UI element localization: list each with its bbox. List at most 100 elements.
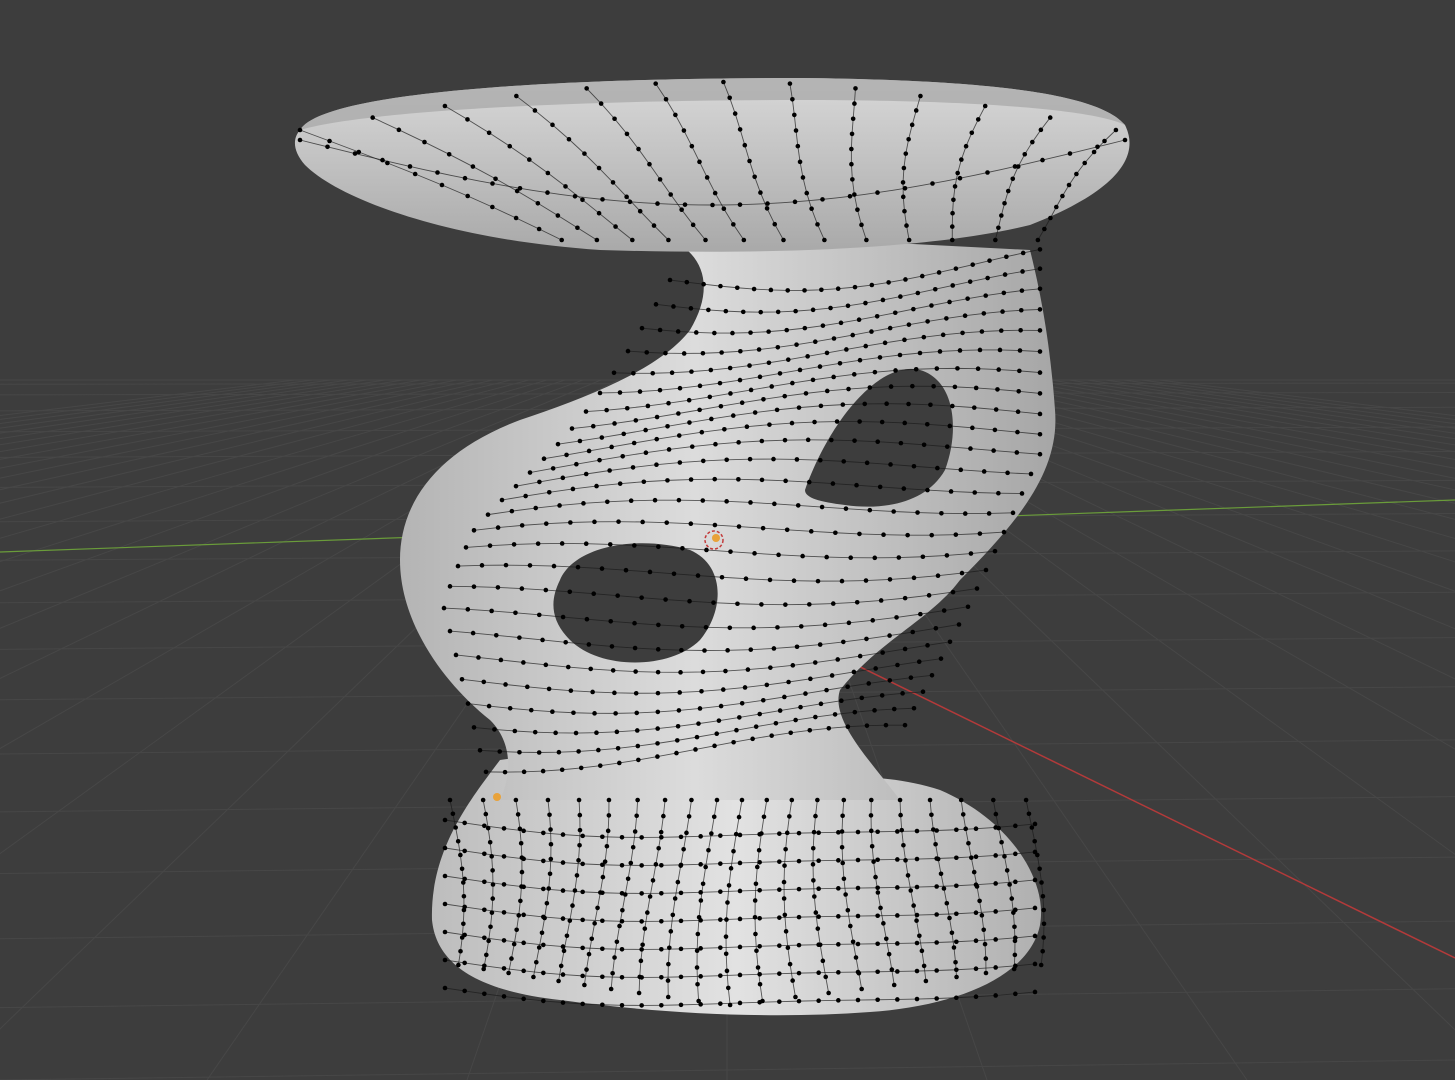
mesh-vertex <box>577 827 583 833</box>
mesh-vertex <box>493 632 499 638</box>
mesh-vertex <box>930 181 935 186</box>
mesh-vertex <box>712 522 718 528</box>
mesh-vertex <box>706 307 711 313</box>
mesh-vertex <box>636 757 641 763</box>
mesh-vertex <box>675 724 681 729</box>
mesh-vertex <box>501 994 507 999</box>
mesh-vertex <box>953 532 959 537</box>
mesh-vertex <box>849 161 854 167</box>
mesh-vertex <box>628 860 634 866</box>
mesh-vertex <box>752 914 758 920</box>
mesh-vertex <box>793 128 799 133</box>
mesh-vertex <box>599 566 605 571</box>
mesh-vertex <box>723 934 729 939</box>
mesh-vertex <box>757 999 762 1005</box>
mesh-vertex <box>891 706 897 712</box>
mesh-vertex <box>973 385 979 391</box>
mesh-vertex <box>536 612 542 618</box>
mesh-vertex <box>950 283 956 288</box>
mesh-vertex <box>855 969 861 975</box>
sculpted-mesh-object[interactable] <box>294 78 1130 1016</box>
mesh-vertex <box>959 157 964 162</box>
mesh-vertex <box>818 701 824 707</box>
mesh-vertex <box>695 981 700 987</box>
mesh-vertex <box>993 853 998 858</box>
mesh-vertex <box>914 856 920 862</box>
mesh-vertex <box>639 863 644 868</box>
mesh-vertex <box>639 595 644 600</box>
mesh-vertex <box>857 419 862 424</box>
mesh-vertex <box>624 405 630 411</box>
mesh-vertex <box>650 370 656 376</box>
mesh-vertex <box>796 914 802 920</box>
mesh-vertex <box>614 939 620 945</box>
mesh-vertex <box>772 221 778 227</box>
mesh-vertex <box>1013 823 1018 829</box>
mesh-vertex <box>910 383 915 389</box>
mesh-vertex <box>835 657 841 662</box>
mesh-vertex <box>784 327 790 333</box>
mesh-vertex <box>604 407 609 413</box>
mesh-vertex <box>756 847 762 853</box>
mesh-vertex <box>482 851 487 857</box>
mesh-vertex <box>654 462 659 468</box>
mesh-vertex <box>850 177 855 182</box>
mesh-vertex <box>701 281 706 287</box>
mesh-vertex <box>737 860 743 866</box>
mesh-vertex <box>795 143 801 149</box>
mesh-vertex <box>547 812 552 818</box>
mesh-vertex <box>971 405 977 410</box>
mesh-vertex <box>655 709 661 715</box>
mesh-vertex <box>669 370 675 376</box>
mesh-vertex <box>848 555 854 560</box>
mesh-vertex <box>682 202 688 207</box>
mesh-vertex <box>969 130 975 136</box>
mesh-vertex <box>996 367 1002 372</box>
mesh-vertex <box>1032 933 1038 939</box>
mesh-vertex <box>758 190 763 195</box>
mesh-vertex <box>953 959 958 965</box>
mesh-vertex <box>833 530 838 536</box>
mesh-vertex <box>764 206 770 211</box>
mesh-vertex <box>517 186 523 191</box>
viewport-canvas[interactable] <box>0 0 1455 1080</box>
mesh-vertex <box>484 952 489 958</box>
mesh-vertex <box>839 578 845 584</box>
mesh-vertex <box>775 625 780 630</box>
mesh-vertex <box>768 287 774 293</box>
mesh-vertex <box>639 1003 644 1008</box>
mesh-vertex <box>886 951 892 957</box>
mesh-vertex <box>462 175 468 181</box>
3d-viewport[interactable] <box>0 0 1455 1080</box>
mesh-vertex <box>765 201 770 206</box>
mesh-vertex <box>541 886 546 892</box>
mesh-vertex <box>868 828 874 834</box>
mesh-vertex <box>1010 510 1016 516</box>
mesh-vertex <box>993 825 998 830</box>
mesh-vertex <box>819 287 824 293</box>
mesh-vertex <box>482 823 487 829</box>
mesh-vertex <box>718 703 724 709</box>
object-origin-icon <box>712 534 720 542</box>
mesh-vertex <box>541 998 546 1004</box>
mesh-vertex <box>396 127 402 133</box>
mesh-vertex <box>875 913 880 919</box>
mesh-vertex <box>979 913 985 918</box>
mesh-vertex <box>914 996 920 1002</box>
mesh-vertex <box>1047 115 1053 120</box>
mesh-vertex <box>637 389 643 394</box>
mesh-vertex <box>828 305 833 311</box>
mesh-vertex <box>1037 411 1043 417</box>
mesh-vertex <box>442 873 448 879</box>
mesh-vertex <box>902 646 908 652</box>
mesh-vertex <box>688 521 694 527</box>
mesh-vertex <box>1037 328 1043 333</box>
mesh-vertex <box>693 330 699 335</box>
mesh-vertex <box>655 754 660 759</box>
mesh-vertex <box>958 797 964 803</box>
mesh-vertex <box>1019 288 1025 293</box>
mesh-vertex <box>823 974 829 980</box>
mesh-vertex <box>748 330 753 335</box>
mesh-vertex <box>694 734 700 740</box>
mesh-vertex <box>1095 144 1100 150</box>
